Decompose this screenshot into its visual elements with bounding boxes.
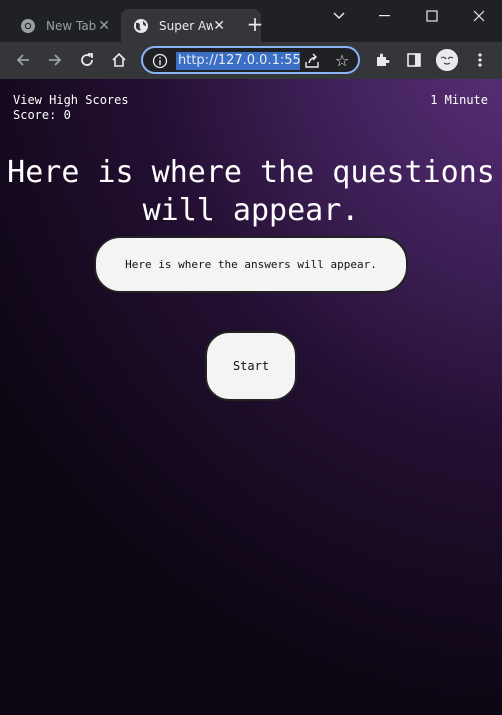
start-button[interactable]: Start: [205, 331, 297, 401]
back-arrow-icon[interactable]: [11, 48, 35, 72]
address-bar[interactable]: http://127.0.0.1:550 ☆: [141, 46, 360, 74]
view-high-scores-link[interactable]: View High Scores: [13, 93, 129, 108]
close-icon[interactable]: ✕: [213, 18, 225, 34]
question-text: Here is where the questions will appear.: [7, 155, 495, 228]
minimize-button[interactable]: [362, 0, 408, 32]
info-icon[interactable]: [152, 53, 168, 69]
url-text[interactable]: http://127.0.0.1:550: [176, 52, 300, 70]
maximize-button[interactable]: [409, 0, 455, 32]
kebab-menu-icon[interactable]: [468, 48, 492, 72]
header-left: View High Scores Score: 0: [13, 93, 129, 123]
star-icon[interactable]: ☆: [333, 52, 351, 70]
chevron-down-icon[interactable]: [316, 0, 362, 32]
tab-title: New Tab: [46, 18, 97, 33]
profile-avatar-icon[interactable]: [436, 49, 458, 71]
timer-display: 1 Minute: [430, 93, 488, 107]
browser-chrome: New Tab ✕ Super Aw ✕ + http://127.0.0.1:…: [0, 0, 502, 79]
window-close-button[interactable]: [456, 0, 502, 32]
tab-strip: New Tab ✕ Super Aw ✕ +: [0, 0, 502, 42]
tab-title: Super Aw: [159, 18, 214, 33]
share-icon[interactable]: [303, 52, 321, 70]
reload-icon[interactable]: [75, 48, 99, 72]
quiz-page: View High Scores Score: 0 1 Minute Here …: [0, 79, 502, 715]
forward-arrow-icon[interactable]: [43, 48, 67, 72]
answer-box[interactable]: Here is where the answers will appear.: [94, 236, 408, 293]
score-display: Score: 0: [13, 108, 71, 122]
chrome-icon: [21, 18, 35, 33]
browser-toolbar: http://127.0.0.1:550 ☆: [0, 42, 502, 79]
tab-new-tab[interactable]: New Tab ✕: [8, 9, 120, 42]
close-icon[interactable]: ✕: [98, 18, 110, 34]
globe-icon: [134, 18, 148, 33]
home-icon[interactable]: [107, 48, 131, 72]
tab-active-page[interactable]: Super Aw ✕: [121, 9, 261, 42]
extensions-puzzle-icon[interactable]: [370, 48, 394, 72]
new-tab-button[interactable]: +: [244, 13, 266, 35]
sidepanel-icon[interactable]: [402, 48, 426, 72]
